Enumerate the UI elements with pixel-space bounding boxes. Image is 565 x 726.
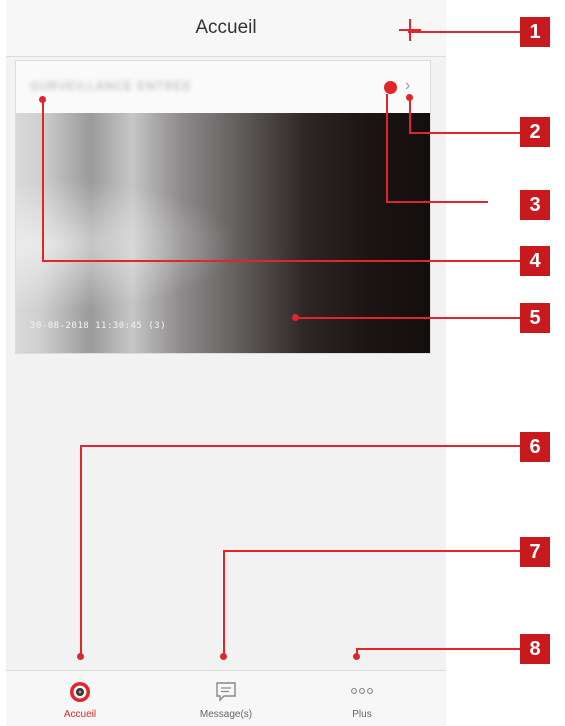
callout-line-4b <box>42 260 520 262</box>
callout-line-7a <box>223 550 225 655</box>
callout-badge-8: 8 <box>520 634 550 664</box>
tab-label: Message(s) <box>199 709 253 720</box>
chevron-right-icon[interactable]: › <box>405 77 410 95</box>
callout-line-3a <box>386 94 388 202</box>
status-indicator <box>384 81 397 94</box>
tab-bar: Accueil Message(s) Plus <box>6 670 446 726</box>
callout-line-4a <box>42 99 44 261</box>
tab-label: Accueil <box>63 709 97 720</box>
tab-plus[interactable]: Plus <box>302 671 422 726</box>
message-icon <box>215 681 237 708</box>
callout-badge-3: 3 <box>520 190 550 220</box>
callout-line-6a <box>80 445 82 655</box>
callout-line-2a <box>409 96 411 133</box>
callout-line-1 <box>408 31 520 33</box>
preview-timestamp: 30-08-2018 11:30:45 (3) <box>30 321 167 331</box>
page-title: Accueil <box>195 17 257 38</box>
tab-accueil[interactable]: Accueil <box>20 671 140 726</box>
callout-badge-1: 1 <box>520 17 550 47</box>
plus-icon[interactable] <box>399 19 421 41</box>
tab-label: Plus <box>352 709 372 720</box>
callout-line-3b <box>386 201 488 203</box>
callout-badge-7: 7 <box>520 537 550 567</box>
camera-icon <box>69 681 91 708</box>
app-header: Accueil <box>6 0 446 57</box>
tab-messages[interactable]: Message(s) <box>166 671 286 726</box>
callout-badge-2: 2 <box>520 117 550 147</box>
callout-badge-4: 4 <box>520 246 550 276</box>
callout-line-2b <box>409 132 520 134</box>
more-icon <box>349 681 375 706</box>
callout-line-8b <box>356 648 520 650</box>
device-name: SURVEILLANCE ENTREE <box>30 79 193 93</box>
phone-screen: Accueil SURVEILLANCE ENTREE › 30-08-2018… <box>6 0 446 726</box>
device-card[interactable]: SURVEILLANCE ENTREE › 30-08-2018 11:30:4… <box>15 60 431 354</box>
callout-badge-6: 6 <box>520 432 550 462</box>
callout-badge-5: 5 <box>520 303 550 333</box>
callout-line-6b <box>80 445 520 447</box>
callout-line-5 <box>296 317 520 319</box>
callout-line-7b <box>223 550 520 552</box>
